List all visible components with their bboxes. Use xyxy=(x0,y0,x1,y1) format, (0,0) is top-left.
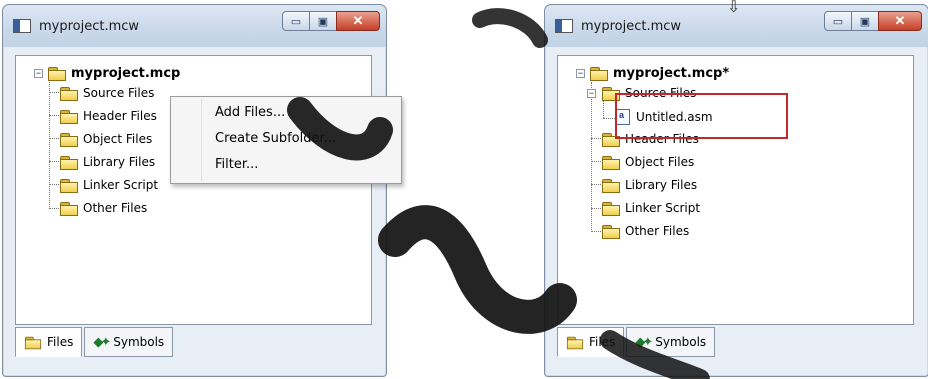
menu-item-create-subfolder[interactable]: Create Subfolder... xyxy=(215,131,336,146)
folder-icon xyxy=(60,201,78,216)
tab-label: Files xyxy=(589,335,616,349)
folder-icon xyxy=(566,336,584,349)
tree-connector xyxy=(591,208,601,209)
menu-item-filter[interactable]: Filter... xyxy=(215,157,258,172)
close-button[interactable]: ✕ xyxy=(878,11,922,31)
tree-item-linker-script[interactable]: Linker Script xyxy=(60,176,158,194)
tree-connector xyxy=(49,82,50,209)
tree-item-label: Library Files xyxy=(83,155,156,169)
folder-icon xyxy=(602,224,620,239)
tree-item-linker-script[interactable]: Linker Script xyxy=(602,199,700,217)
cursor-arrow-icon: ⇩ xyxy=(727,0,741,16)
tree-item-header-files[interactable]: Header Files xyxy=(60,107,157,125)
title-bar[interactable]: myproject.mcw ▭ ▣ ✕ xyxy=(3,5,386,47)
tree-root-label: myproject.mcp* xyxy=(613,65,730,81)
tree-item-label: Source Files xyxy=(83,86,155,100)
folder-icon xyxy=(60,178,78,193)
minimize-button[interactable]: ▭ xyxy=(282,11,310,31)
folder-icon xyxy=(60,132,78,147)
collapse-toggle[interactable]: − xyxy=(587,89,596,98)
context-menu: Add Files... Create Subfolder... Filter.… xyxy=(170,96,402,184)
tree-connector xyxy=(49,92,59,93)
menu-gutter xyxy=(201,99,202,181)
caption-buttons: ▭ ▣ ✕ xyxy=(824,11,922,31)
tab-label: Files xyxy=(47,335,74,349)
tree-connector xyxy=(49,115,59,116)
maximize-button[interactable]: ▣ xyxy=(309,11,337,31)
tree-item-object-files[interactable]: Object Files xyxy=(60,130,152,148)
tree-item-object-files[interactable]: Object Files xyxy=(602,153,694,171)
view-tabs: Files ◆✦ Symbols xyxy=(15,327,175,359)
tree-connector xyxy=(49,161,59,162)
tree-item-label: Other Files xyxy=(625,224,690,238)
caption-buttons: ▭ ▣ ✕ xyxy=(282,11,380,31)
tree-connector xyxy=(591,138,601,139)
right-project-window: myproject.mcw ▭ ▣ ✕ − myproject.mcp* − S… xyxy=(544,4,928,377)
folder-icon xyxy=(602,201,620,216)
tree-root[interactable]: myproject.mcp* xyxy=(590,64,729,82)
tree-item-label: Object Files xyxy=(625,155,695,169)
collapse-toggle[interactable]: − xyxy=(576,69,585,78)
folder-icon xyxy=(602,155,620,170)
window-icon xyxy=(555,19,573,33)
tree-item-label: Linker Script xyxy=(625,201,701,215)
tree-item-label: Other Files xyxy=(83,201,148,215)
watermark-stroke xyxy=(378,205,577,334)
tree-item-library-files[interactable]: Library Files xyxy=(60,153,155,171)
window-icon xyxy=(13,19,31,33)
tree-connector xyxy=(603,118,615,119)
tree-item-other-files[interactable]: Other Files xyxy=(60,199,147,217)
window-title: myproject.mcw xyxy=(581,19,682,34)
tree-item-label: Header Files xyxy=(83,109,157,123)
window-title: myproject.mcw xyxy=(39,19,140,34)
tree-connector xyxy=(591,184,601,185)
folder-icon xyxy=(48,66,66,81)
symbols-icon: ◆✦ xyxy=(635,334,653,350)
tree-connector xyxy=(49,208,59,209)
tree-connector xyxy=(603,100,604,118)
tree-item-label: Linker Script xyxy=(83,178,159,192)
tree-connector xyxy=(591,161,601,162)
minimize-button[interactable]: ▭ xyxy=(824,11,852,31)
tree-item-library-files[interactable]: Library Files xyxy=(602,176,697,194)
tab-symbols[interactable]: ◆✦ Symbols xyxy=(84,327,174,357)
view-tabs: Files ◆✦ Symbols xyxy=(557,327,717,359)
menu-item-add-files[interactable]: Add Files... xyxy=(215,105,285,120)
tree-connector xyxy=(591,82,592,232)
tree-item-source-files[interactable]: Source Files xyxy=(60,84,154,102)
tab-files[interactable]: Files xyxy=(15,327,83,357)
folder-icon xyxy=(60,109,78,124)
folder-icon xyxy=(590,66,608,81)
tree-root[interactable]: myproject.mcp xyxy=(48,64,180,82)
highlight-annotation xyxy=(615,93,788,139)
tree-connector xyxy=(49,138,59,139)
folder-icon xyxy=(60,86,78,101)
watermark-stroke xyxy=(472,8,548,48)
tree-connector xyxy=(591,231,601,232)
tab-symbols[interactable]: ◆✦ Symbols xyxy=(626,327,716,357)
symbols-icon: ◆✦ xyxy=(93,334,111,350)
tree-root-label: myproject.mcp xyxy=(71,65,181,81)
tree-item-label: Object Files xyxy=(83,132,153,146)
folder-icon xyxy=(24,336,42,349)
tree-connector xyxy=(49,184,59,185)
collapse-toggle[interactable]: − xyxy=(34,69,43,78)
tab-label: Symbols xyxy=(113,335,165,349)
maximize-button[interactable]: ▣ xyxy=(851,11,879,31)
tab-files[interactable]: Files xyxy=(557,327,625,357)
tab-label: Symbols xyxy=(655,335,707,349)
tree-item-label: Library Files xyxy=(625,178,698,192)
left-project-window: myproject.mcw ▭ ▣ ✕ − myproject.mcp Sour… xyxy=(2,4,387,377)
folder-icon xyxy=(60,155,78,170)
tree-item-other-files[interactable]: Other Files xyxy=(602,222,689,240)
folder-icon xyxy=(602,178,620,193)
close-button[interactable]: ✕ xyxy=(336,11,380,31)
